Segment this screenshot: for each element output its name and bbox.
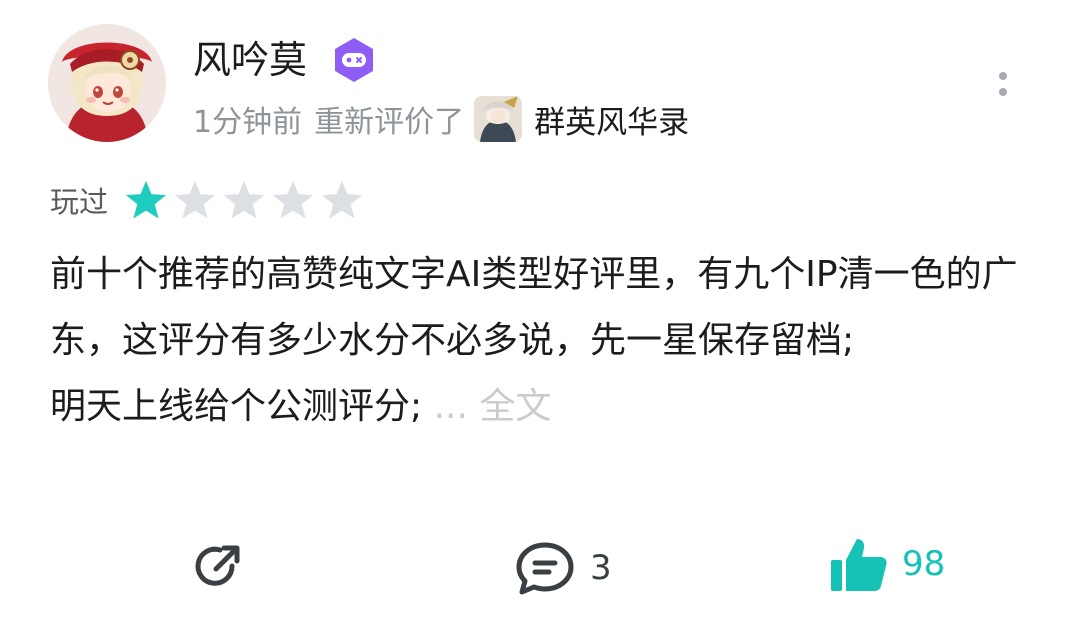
review-text[interactable]: 前十个推荐的高赞纯文字AI类型好评里，有九个IP清一色的广东，这评分有多少水分不…	[50, 242, 1030, 440]
review-paragraph: 明天上线给个公测评分;	[50, 386, 423, 427]
like-button[interactable]: 98	[828, 533, 945, 595]
gamepad-badge-icon	[330, 36, 378, 84]
comment-count: 3	[590, 548, 612, 588]
game-cover-icon[interactable]	[474, 96, 523, 142]
thumbs-up-icon	[831, 539, 887, 591]
played-label: 玩过	[50, 185, 109, 219]
review-meta: 1分钟前 重新评价了 群英风华录	[193, 96, 689, 142]
star-empty-icon	[321, 180, 363, 219]
share-button[interactable]	[190, 539, 246, 595]
star-empty-icon	[174, 180, 216, 219]
action-text: 重新评价了	[314, 105, 465, 140]
star-rating	[124, 179, 364, 221]
more-dot	[999, 88, 1007, 96]
username[interactable]: 风吟莫	[193, 36, 307, 84]
like-count: 98	[902, 544, 946, 584]
game-name-link[interactable]: 群英风华录	[534, 97, 689, 142]
rating-row: 玩过	[50, 178, 364, 222]
action-bar: 3 98	[0, 533, 1080, 603]
full-text-link[interactable]: 全文	[479, 386, 551, 427]
share-icon	[195, 545, 240, 586]
review-paragraph-last: 明天上线给个公测评分; ... 全文	[50, 374, 1030, 440]
comment-button[interactable]: 3	[514, 539, 612, 597]
comment-icon	[516, 542, 574, 595]
post-time: 1分钟前	[193, 105, 303, 140]
more-dot	[999, 72, 1007, 80]
avatar-anime-girl-icon	[48, 24, 166, 142]
review-card: 风吟莫 1分钟前 重新评价了 群英风华录 玩过 前十个推荐的高赞纯文字AI类型好…	[0, 0, 1080, 619]
star-filled-icon	[125, 180, 167, 219]
star-empty-icon	[223, 180, 265, 219]
star-empty-icon	[272, 180, 314, 219]
more-options-icon[interactable]	[988, 64, 1018, 104]
user-avatar[interactable]	[48, 24, 166, 142]
review-paragraph: 前十个推荐的高赞纯文字AI类型好评里，有九个IP清一色的广东，这评分有多少水分不…	[50, 254, 1018, 361]
ellipsis: ...	[433, 386, 468, 427]
